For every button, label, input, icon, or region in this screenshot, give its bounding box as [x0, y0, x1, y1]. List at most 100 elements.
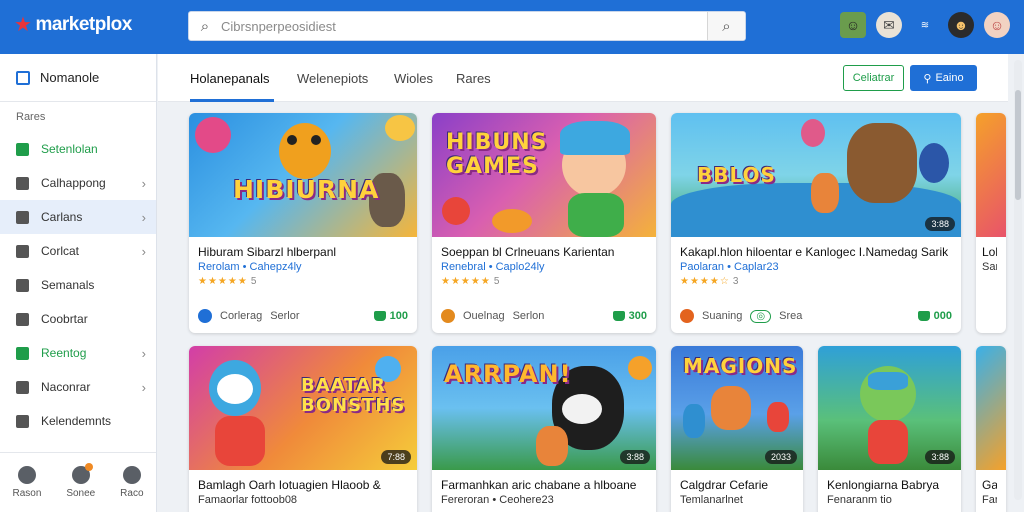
- game-category[interactable]: Famaorlar fottoob08: [198, 494, 408, 506]
- chat-icon[interactable]: ✉: [876, 12, 902, 38]
- game-title[interactable]: Farmanhkan aric chabane a hlboane: [441, 478, 647, 492]
- developer-name[interactable]: Corlerag: [220, 310, 262, 322]
- sidebar-item-5[interactable]: Semanals: [0, 268, 156, 302]
- gamepad-icon: [71, 463, 93, 484]
- game-card[interactable]: 3:88 Kenlongiarna Babrya Fenaranm tio: [818, 346, 961, 512]
- game-title[interactable]: Lolo: [982, 245, 997, 259]
- sidebar-item-3[interactable]: Carlans ›: [0, 200, 156, 234]
- top-bar: ★ marketplox ⌕ Cibrsnperpeosidiest ⌕ ☺ ✉…: [0, 0, 1024, 54]
- game-card[interactable]: HIBIURNA Hiburam Sibarzl hlberpanl Rerol…: [189, 113, 417, 333]
- user-icon: [16, 244, 29, 258]
- search-input[interactable]: Cibrsnperpeosidiest: [221, 19, 707, 34]
- game-thumbnail: BBLOS 3:88: [671, 113, 961, 237]
- sidebar-bottom-bar: Rason Sonee Raco: [0, 452, 156, 512]
- duration-badge: 7:88: [381, 450, 411, 464]
- scroll-thumb[interactable]: [1015, 90, 1021, 200]
- rating-count: 3: [732, 276, 739, 287]
- sidebar-item-8[interactable]: Naconrar ›: [0, 370, 156, 404]
- sidebar-item-1[interactable]: Setenlolan: [0, 132, 156, 166]
- secondary-action-button[interactable]: Celiatrar: [843, 65, 904, 91]
- tab-3[interactable]: Wioles: [394, 71, 433, 86]
- game-title[interactable]: Gara: [982, 478, 997, 492]
- sidebar-bottom-item-2[interactable]: Sonee: [66, 463, 95, 499]
- duration-badge: 3:88: [620, 450, 650, 464]
- sidebar-item-2[interactable]: Calhappong ›: [0, 166, 156, 200]
- tab-1[interactable]: Holanepanals: [190, 71, 270, 86]
- game-card-partial[interactable]: Gara Fars: [976, 346, 1006, 512]
- chevron-right-icon: ›: [141, 175, 146, 191]
- filter-icon: ⚲: [923, 72, 932, 85]
- chat-bubble-icon: [16, 346, 29, 360]
- game-thumbnail: [976, 346, 1006, 470]
- price[interactable]: 300: [612, 310, 647, 322]
- chevron-right-icon: ›: [141, 209, 146, 225]
- menu-icon: [16, 70, 30, 85]
- sidebar-item-label: Calhappong: [41, 176, 106, 190]
- sidebar-item-label: Setenlolan: [41, 142, 98, 156]
- duration-badge: 2033: [764, 450, 797, 464]
- game-card[interactable]: HIBUNS GAMES Soeppan bl Crlneuans Karien…: [432, 113, 656, 333]
- developer-name[interactable]: Suaning: [702, 310, 742, 322]
- game-title[interactable]: Soeppan bl Crlneuans Karientan: [441, 245, 647, 259]
- game-card[interactable]: ARRPAN! 3:88 Farmanhkan aric chabane a h…: [432, 346, 656, 512]
- duration-badge: 3:88: [925, 450, 955, 464]
- price[interactable]: 000: [917, 310, 952, 322]
- person-icon: [16, 380, 29, 394]
- notification-dot: [84, 463, 93, 471]
- game-category[interactable]: Fereroran • Ceohere23: [441, 494, 647, 506]
- sidebar-item-label: Kelendemnts: [41, 414, 112, 428]
- controller-icon: [16, 176, 29, 190]
- game-category[interactable]: Fenaranm tio: [827, 494, 952, 506]
- game-title[interactable]: Bamlagh Oarh Iotuagien Hlaoob &: [198, 478, 408, 492]
- game-category[interactable]: Renebral • Caplo24ly: [441, 261, 647, 273]
- game-category[interactable]: Temlanarlnet: [680, 494, 794, 506]
- app-logo[interactable]: ★ marketplox: [14, 14, 132, 36]
- primary-action-button[interactable]: ⚲ Eaino: [910, 65, 977, 91]
- game-title[interactable]: Kenlongiarna Babrya: [827, 478, 952, 492]
- game-thumbnail: [976, 113, 1006, 237]
- game-card[interactable]: MAGIONS 2033 Calgdrar Cefarie Temlanarln…: [671, 346, 803, 512]
- game-title[interactable]: Kakapl.hlon hiloentar e Kanlogec I.Named…: [680, 245, 952, 259]
- primary-action-label: Eaino: [935, 72, 964, 84]
- game-category[interactable]: Sarc: [982, 261, 997, 273]
- sidebar-item-6[interactable]: Coobrtar: [0, 302, 156, 336]
- game-category[interactable]: Paolaran • Caplar23: [680, 261, 952, 273]
- profile-avatar-icon[interactable]: ☺: [984, 12, 1010, 38]
- avatar-icon[interactable]: ☻: [948, 12, 974, 38]
- game-category[interactable]: Fars: [982, 494, 997, 506]
- sidebar-bottom-label: Rason: [12, 488, 42, 499]
- game-card-partial[interactable]: Lolo Sarc: [976, 113, 1006, 333]
- sidebar-item-9[interactable]: Kelendemnts: [0, 404, 156, 438]
- game-art-title: HIBIURNA: [233, 175, 380, 204]
- tab-4[interactable]: Rares: [456, 71, 491, 86]
- game-title[interactable]: Calgdrar Cefarie: [680, 478, 794, 492]
- tag-icon: [16, 210, 29, 224]
- cart-icon: [612, 311, 625, 321]
- sidebar-bottom-item-1[interactable]: Rason: [12, 466, 41, 499]
- app-name: marketplox: [35, 14, 132, 35]
- tab-2[interactable]: Welenepiots: [297, 71, 368, 86]
- game-art-title: BBLOS: [697, 163, 776, 187]
- search-button[interactable]: ⌕: [707, 12, 745, 40]
- price[interactable]: 100: [373, 310, 408, 322]
- game-category[interactable]: Rerolam • Cahepz4ly: [198, 261, 408, 273]
- wifi-icon[interactable]: ≋: [912, 12, 938, 38]
- game-art-title: HIBUNS GAMES: [446, 130, 548, 179]
- sidebar: Nomanole Rares Setenlolan Calhappong › C…: [0, 54, 157, 512]
- sidebar-item-7[interactable]: Reentog ›: [0, 336, 156, 370]
- sidebar-header[interactable]: Nomanole: [0, 54, 156, 102]
- game-card[interactable]: BBLOS 3:88 Kakapl.hlon hiloentar e Kanlo…: [671, 113, 961, 333]
- game-character-icon[interactable]: ☺: [840, 12, 866, 38]
- sidebar-bottom-item-3[interactable]: Raco: [120, 466, 144, 499]
- sidebar-section-label: Rares: [16, 111, 46, 123]
- game-thumbnail: 3:88: [818, 346, 961, 470]
- price-value: 000: [933, 310, 952, 322]
- sidebar-item-label: Coobrtar: [41, 312, 88, 326]
- game-card[interactable]: BAATAR BONSTHS 7:88 Bamlagh Oarh Iotuagi…: [189, 346, 417, 512]
- sidebar-item-4[interactable]: Corlcat ›: [0, 234, 156, 268]
- developer-name[interactable]: Ouelnag: [463, 310, 505, 322]
- scrollbar[interactable]: [1014, 60, 1022, 500]
- game-title[interactable]: Hiburam Sibarzl hlberpanl: [198, 245, 408, 259]
- sidebar-item-label: Semanals: [41, 278, 95, 292]
- globe-icon: [122, 466, 141, 484]
